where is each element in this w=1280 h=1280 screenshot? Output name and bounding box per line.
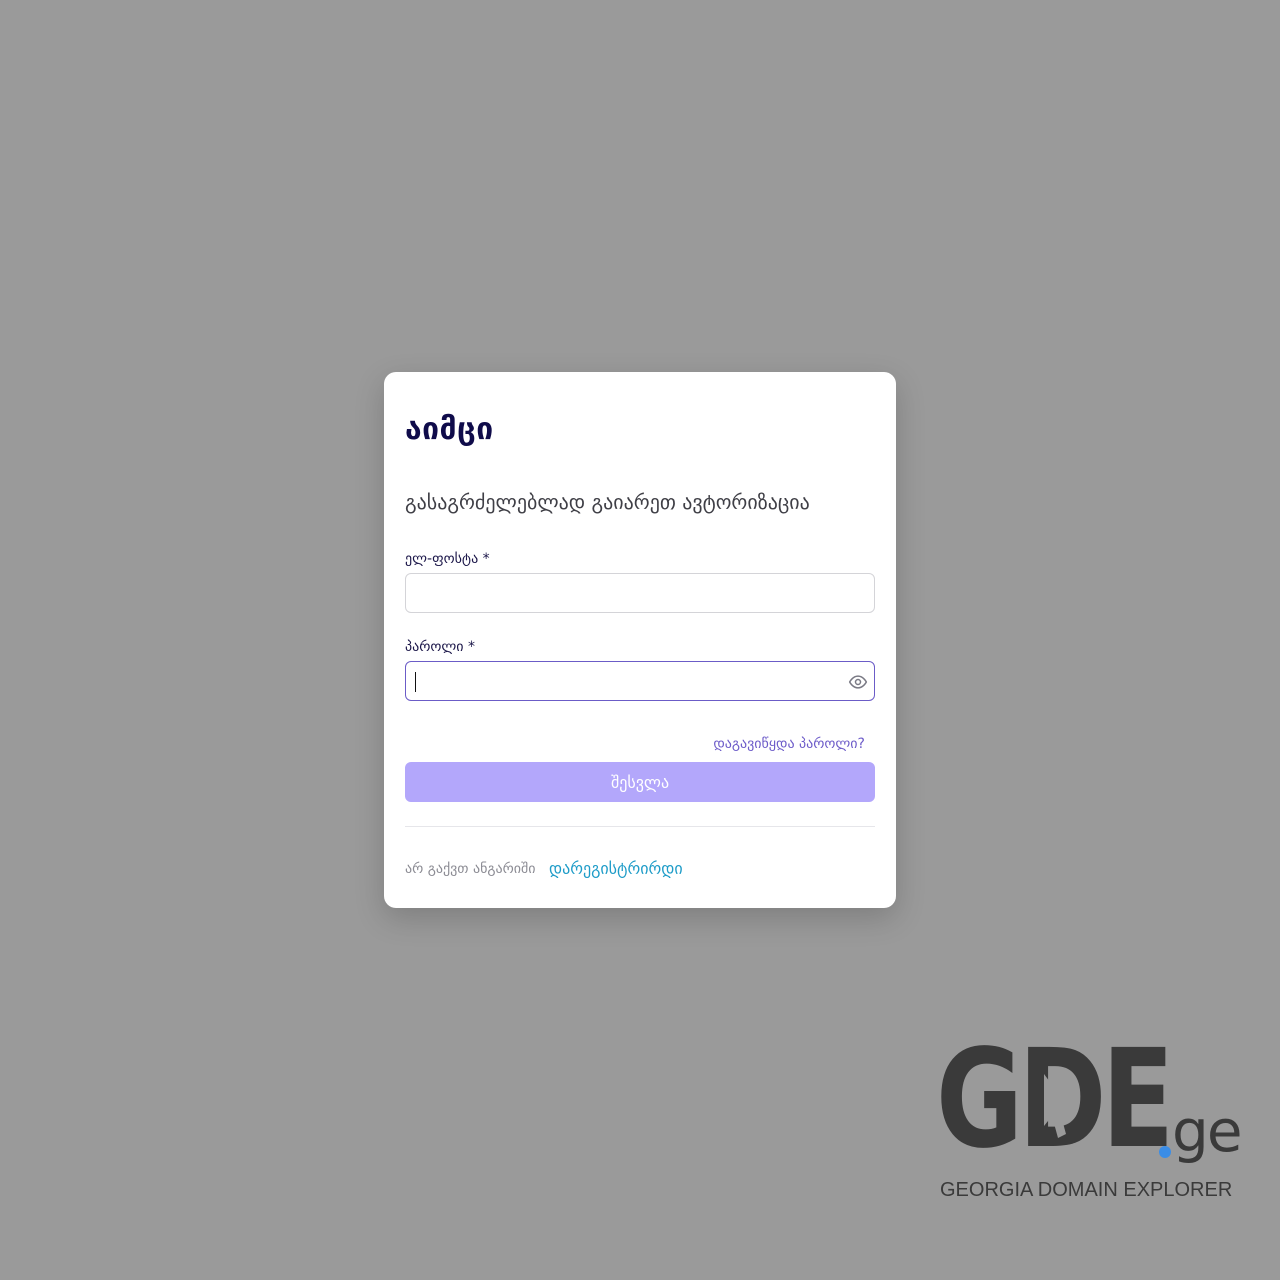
password-field[interactable] bbox=[406, 662, 874, 700]
watermark-tld: ge bbox=[1172, 1097, 1242, 1165]
cursor-arrow-icon bbox=[1044, 1074, 1072, 1138]
watermark-logo: GDE ge GEORGIA DOMAIN EXPLORER bbox=[936, 1030, 1246, 1210]
password-required-mark: * bbox=[467, 639, 475, 655]
email-required-mark: * bbox=[482, 551, 490, 567]
watermark-dot bbox=[1159, 1146, 1171, 1158]
watermark-tagline: GEORGIA DOMAIN EXPLORER bbox=[940, 1179, 1233, 1201]
login-card: აიმცი გასაგრძელებლად გაიარეთ ავტორიზაცია… bbox=[384, 372, 896, 908]
divider bbox=[405, 826, 875, 827]
brand-logo: აიმცი bbox=[405, 412, 494, 447]
email-field-wrapper bbox=[405, 573, 875, 613]
password-field-wrapper bbox=[405, 661, 875, 701]
login-button[interactable]: შესვლა bbox=[405, 762, 875, 802]
forgot-password-link[interactable]: დაგავიწყდა პაროლი? bbox=[713, 734, 865, 754]
email-field[interactable] bbox=[406, 574, 874, 612]
no-account-text: არ გაქვთ ანგარიში bbox=[405, 861, 536, 877]
eye-icon[interactable] bbox=[848, 672, 868, 692]
login-subtitle: გასაგრძელებლად გაიარეთ ავტორიზაცია bbox=[405, 490, 810, 514]
password-label: პაროლი * bbox=[405, 637, 475, 657]
email-label: ელ-ფოსტა * bbox=[405, 549, 490, 569]
email-label-text: ელ-ფოსტა bbox=[405, 551, 479, 567]
register-link[interactable]: დარეგისტრირდი bbox=[549, 858, 683, 880]
text-caret bbox=[415, 672, 416, 692]
password-label-text: პაროლი bbox=[405, 639, 464, 655]
